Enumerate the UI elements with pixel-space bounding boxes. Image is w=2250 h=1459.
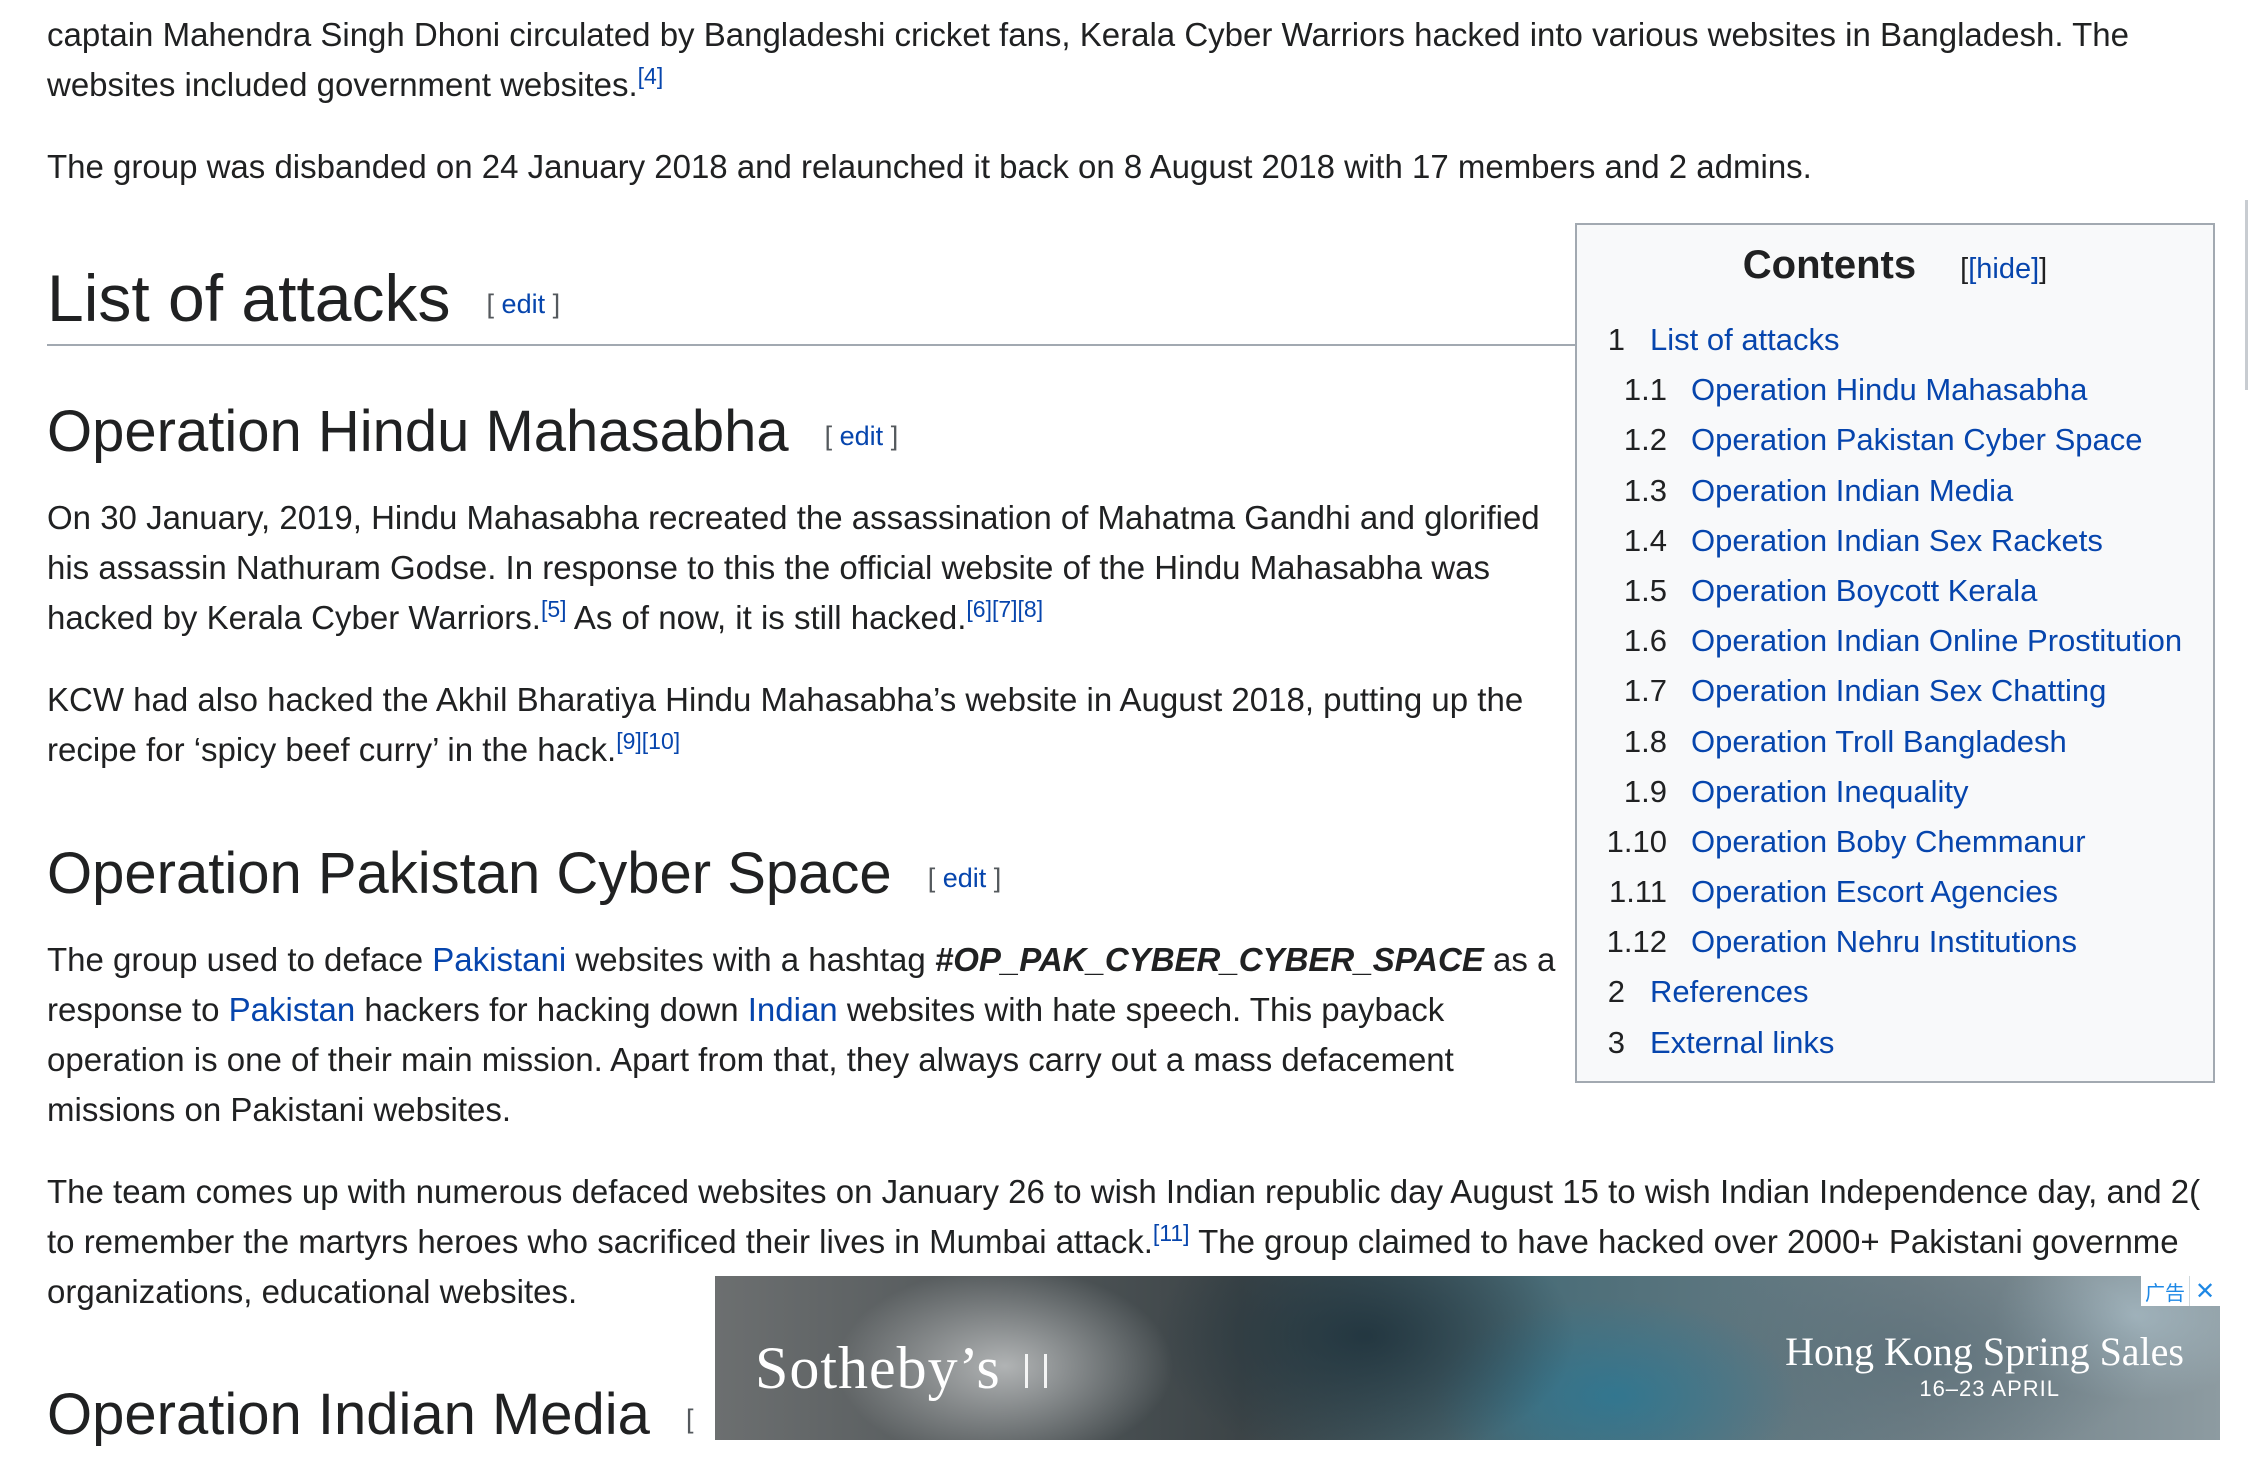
toc-item[interactable]: 1.8 Operation Troll Bangladesh [1577, 717, 2213, 767]
intro-line-1: captain Mahendra Singh Dhoni circulated … [47, 16, 2129, 53]
toc-list: 1 List of attacks 1.1 Operation Hindu Mahas… [1577, 315, 2213, 1068]
toc-item-number: 1.11 [1608, 874, 1667, 910]
toc-hide-toggle[interactable]: [[hide]] [1960, 253, 2047, 285]
disband-paragraph: The group was disbanded on 24 January 20… [47, 148, 1812, 185]
toc-item[interactable]: 1.12 Operation Nehru Institutions [1577, 917, 2213, 967]
edit-section-link: [ edit ] [927, 862, 1002, 893]
ad-headline: Hong Kong Spring Sales [1785, 1329, 2184, 1374]
pakistan-cyber-space-paragraph-1: The group used to deface Pakistani websi… [47, 941, 1556, 1128]
toc-item[interactable]: 1.7 Operation Indian Sex Chatting [1577, 666, 2213, 716]
toc-item[interactable]: 1.5 Operation Boycott Kerala [1577, 566, 2213, 616]
toc-item[interactable]: 1.2 Operation Pakistan Cyber Space [1577, 415, 2213, 465]
edit-link[interactable]: edit [502, 289, 546, 319]
toc-item-number: 1.10 [1606, 823, 1667, 859]
toc-item-link[interactable]: Operation Escort Agencies [1691, 867, 2058, 917]
toc-item-number: 1 [1607, 322, 1625, 357]
edit-section-link: [ edit ] [824, 420, 899, 451]
toc-item-number: 1.1 [1623, 372, 1667, 408]
toc-item-number: 1.2 [1623, 422, 1667, 458]
hindu-mahasabha-paragraph-1: On 30 January, 2019, Hindu Mahasabha rec… [47, 499, 1540, 636]
toc-item[interactable]: 1.9 Operation Inequality [1577, 767, 2213, 817]
toc-item[interactable]: 2 References [1577, 967, 2213, 1017]
ad-label[interactable]: 广告 [2141, 1277, 2189, 1306]
toc-item-number: 1.7 [1623, 673, 1667, 709]
toc-item[interactable]: 1.4 Operation Indian Sex Rackets [1577, 516, 2213, 566]
heading-divider [47, 344, 1577, 346]
ad-brand-mark [1025, 1354, 1047, 1388]
toc-item-link[interactable]: Operation Indian Sex Chatting [1691, 666, 2106, 716]
advertisement-banner[interactable]: Sotheby’s Hong Kong Spring Sales 16–23 A… [715, 1276, 2220, 1440]
hindu-mahasabha-paragraph-2: KCW had also hacked the Akhil Bharatiya … [47, 681, 1524, 768]
ad-dates: 16–23 APRIL [1919, 1376, 2060, 1401]
toc-item-number: 1.12 [1606, 924, 1667, 960]
toc-item-link[interactable]: Operation Inequality [1691, 767, 1968, 817]
toc-item-number: 1.6 [1623, 623, 1667, 659]
table-of-contents: Contents [[hide]] 1 List of attacks 1.1 Oper… [1575, 223, 2215, 1083]
link-pakistani[interactable]: Pakistani [432, 941, 566, 978]
close-icon[interactable]: ✕ [2189, 1276, 2220, 1306]
toc-item[interactable]: 3 External links [1577, 1018, 2213, 1068]
toc-item-link[interactable]: Operation Indian Sex Rackets [1691, 516, 2103, 566]
intro-paragraph: captain Mahendra Singh Dhoni circulated … [47, 10, 2247, 110]
toc-item[interactable]: 1.6 Operation Indian Online Prostitution [1577, 616, 2213, 666]
heading-text: Operation Indian Media [47, 1382, 650, 1447]
toc-item-number: 1.8 [1623, 723, 1667, 759]
toc-item-link[interactable]: Operation Indian Media [1691, 466, 2013, 516]
section-heading-indian-media: Operation Indian Media [ [47, 1375, 693, 1459]
ad-badge: 广告 ✕ [2141, 1276, 2220, 1306]
section-heading-pakistan-cyber-space: Operation Pakistan Cyber Space [ edit ] [47, 834, 1001, 918]
section-heading-hindu-mahasabha: Operation Hindu Mahasabha [ edit ] [47, 392, 898, 476]
heading-text: Operation Pakistan Cyber Space [47, 841, 892, 906]
toc-item-link[interactable]: Operation Nehru Institutions [1691, 917, 2077, 967]
link-indian[interactable]: Indian [748, 991, 838, 1028]
toc-item-number: 3 [1607, 1024, 1625, 1060]
toc-item-number: 2 [1607, 974, 1625, 1010]
toc-item-link[interactable]: Operation Troll Bangladesh [1691, 717, 2067, 767]
toc-header: Contents [[hide]] [1577, 243, 2213, 288]
link-pakistan[interactable]: Pakistan [229, 991, 356, 1028]
heading-text: Operation Hindu Mahasabha [47, 399, 789, 464]
toc-item-link[interactable]: References [1650, 967, 1809, 1017]
toc-item[interactable]: 1.11 Operation Escort Agencies [1577, 867, 2213, 917]
toc-item-number: 1.3 [1623, 472, 1667, 508]
edit-section-link: [ [685, 1403, 694, 1434]
toc-item-number: 1.9 [1623, 773, 1667, 809]
toc-item-link[interactable]: Operation Pakistan Cyber Space [1691, 415, 2142, 465]
toc-item-link[interactable]: Operation Boycott Kerala [1691, 566, 2037, 616]
toc-item[interactable]: 1 List of attacks [1577, 315, 2213, 365]
citation-link[interactable]: [5] [541, 596, 567, 622]
citation-link[interactable]: [11] [1153, 1220, 1190, 1246]
citation-link[interactable]: [4] [638, 63, 664, 89]
edit-link[interactable]: edit [840, 421, 884, 451]
edit-section-link: [ edit ] [486, 288, 561, 319]
citation-link[interactable]: [6][7][8] [966, 596, 1043, 622]
toc-item-number: 1.5 [1623, 572, 1667, 608]
heading-text: List of attacks [47, 261, 451, 335]
toc-item-link[interactable]: Operation Hindu Mahasabha [1691, 365, 2087, 415]
citation-link[interactable]: [9][10] [616, 728, 680, 754]
toc-item-number: 1.4 [1623, 522, 1667, 558]
section-heading-list-of-attacks: List of attacks [ edit ] [47, 258, 560, 344]
toc-item-link[interactable]: List of attacks [1650, 315, 1840, 365]
toc-item[interactable]: 1.1 Operation Hindu Mahasabha [1577, 365, 2213, 415]
intro-line-2: websites included government websites. [47, 66, 638, 103]
toc-item-link[interactable]: External links [1650, 1018, 1834, 1068]
toc-item[interactable]: 1.10 Operation Boby Chemmanur [1577, 817, 2213, 867]
toc-item[interactable]: 1.3 Operation Indian Media [1577, 466, 2213, 516]
ad-brand-logo: Sotheby’s [755, 1335, 1001, 1401]
edit-link[interactable]: edit [943, 863, 987, 893]
toc-item-link[interactable]: Operation Indian Online Prostitution [1691, 616, 2182, 666]
hashtag-text: #OP_PAK_CYBER_CYBER_SPACE [934, 941, 1484, 978]
scrollbar[interactable] [2245, 200, 2248, 390]
toc-title: Contents [1742, 243, 1917, 287]
toc-item-link[interactable]: Operation Boby Chemmanur [1691, 817, 2086, 867]
